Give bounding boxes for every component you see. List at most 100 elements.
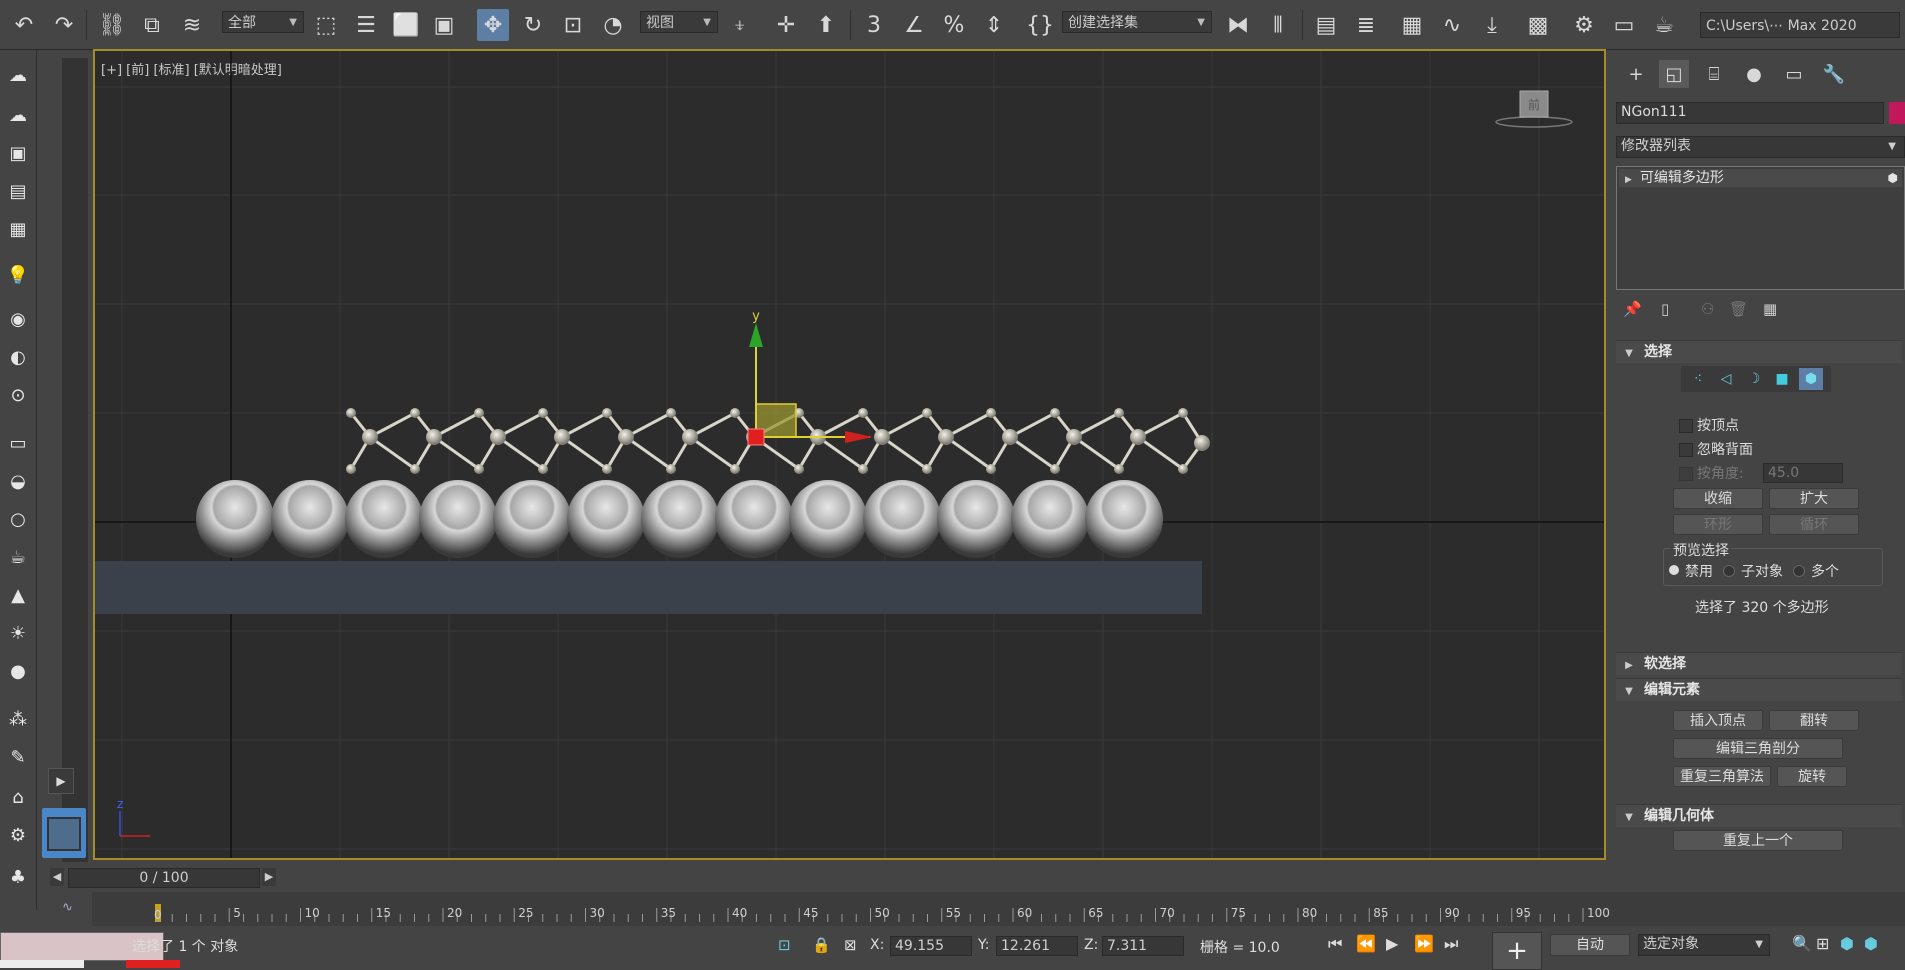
element-level-icon[interactable]: ⬢ xyxy=(1799,368,1823,390)
grid-icon[interactable]: ▦ xyxy=(5,216,31,242)
time-slider[interactable]: 0 / 100 xyxy=(68,868,260,888)
pin-stack-icon[interactable]: 📌 xyxy=(1623,300,1642,318)
polygon-level-icon[interactable]: ■ xyxy=(1771,368,1793,390)
box-icon[interactable]: ▭ xyxy=(5,430,31,456)
move-icon[interactable]: ✥ xyxy=(477,9,509,41)
link-icon[interactable]: ⛓ xyxy=(96,9,128,41)
curve-editor-icon[interactable]: ∿ xyxy=(1436,9,1468,41)
rig-icon[interactable]: ⌂ xyxy=(5,784,31,810)
maxscript-input[interactable] xyxy=(0,960,84,968)
use-pivot-icon[interactable]: ⍖ xyxy=(724,9,756,41)
light-icon[interactable]: 💡 xyxy=(5,262,31,288)
zoom-extents-all-icon[interactable]: ⬢ xyxy=(1864,934,1878,953)
ground-plane[interactable] xyxy=(95,561,1202,614)
undo-icon[interactable]: ↶ xyxy=(8,9,40,41)
loop-button[interactable]: 循环 xyxy=(1769,514,1859,535)
show-end-result-icon[interactable]: ▯ xyxy=(1661,300,1669,318)
turn-button[interactable]: 旋转 xyxy=(1777,766,1847,787)
material-editor-icon[interactable]: ▩ xyxy=(1522,9,1554,41)
edit-geometry-rollout-header[interactable]: ▼ 编辑几何体 xyxy=(1616,804,1902,827)
angle-snap-icon[interactable]: ∠ xyxy=(898,9,930,41)
create-tab-icon[interactable]: + xyxy=(1621,60,1651,88)
list-icon[interactable]: ▤ xyxy=(5,178,31,204)
go-to-end-icon[interactable]: ⏭ xyxy=(1444,934,1458,954)
rendered-frame-icon[interactable]: ▭ xyxy=(1608,9,1640,41)
layer-explorer-icon[interactable]: ≣ xyxy=(1350,9,1382,41)
dome-icon[interactable]: ◒ xyxy=(5,468,31,494)
track-bar[interactable]: 0 5 10 15 20 25 30 35 40 45 50 55 60 65 70 75 80 85 90 95 1… xyxy=(92,892,1905,926)
prev-frame-arrow-icon[interactable]: ◀ xyxy=(50,868,64,886)
display-tab-icon[interactable]: ▭ xyxy=(1779,60,1809,88)
modifier-list-dropdown[interactable]: 修改器列表 ▼ xyxy=(1616,136,1905,158)
percent-snap-icon[interactable]: % xyxy=(938,9,970,41)
expand-triangle-icon[interactable]: ▶ xyxy=(1625,175,1632,185)
prev-key-icon[interactable]: ⏪ xyxy=(1356,934,1376,953)
absolute-mode-icon[interactable]: ⊠ xyxy=(844,936,857,954)
by-vertex-checkbox[interactable] xyxy=(1679,419,1693,433)
globe-icon[interactable]: ● xyxy=(5,658,31,684)
bind-spacewarp-icon[interactable]: ≋ xyxy=(176,9,208,41)
hierarchy-tab-icon[interactable]: ⌸ xyxy=(1699,60,1729,88)
remove-modifier-icon[interactable]: 🗑 xyxy=(1729,300,1748,318)
settings-icon[interactable]: ⚙ xyxy=(5,822,31,848)
window-crossing-icon[interactable]: ▣ xyxy=(428,9,460,41)
camera-icon[interactable]: ◉ xyxy=(5,306,31,332)
film-icon[interactable]: ⊙ xyxy=(5,382,31,408)
selection-lock-icon[interactable]: 🔒 xyxy=(812,936,831,954)
rotate-icon[interactable]: ↻ xyxy=(517,9,549,41)
y-coord-field[interactable]: 12.261 xyxy=(996,936,1078,956)
paint-icon[interactable]: ✎ xyxy=(5,744,31,770)
sound-icon[interactable]: ◐ xyxy=(5,344,31,370)
retriangulate-button[interactable]: 重复三角算法 xyxy=(1673,766,1771,787)
teapot-icon[interactable]: ☕ xyxy=(5,544,31,570)
next-key-icon[interactable]: ⏩ xyxy=(1414,934,1434,953)
utilities-tab-icon[interactable]: 🔧 xyxy=(1819,60,1849,88)
select-manipulate-icon[interactable]: ✛ xyxy=(770,9,802,41)
zoom-icon[interactable]: 🔍 xyxy=(1792,934,1812,953)
preview-off-radio[interactable] xyxy=(1669,565,1679,575)
front-viewport[interactable]: [+] [前] [标准] [默认明暗处理] y 前 z xyxy=(93,49,1606,860)
placement-icon[interactable]: ◔ xyxy=(597,9,629,41)
snap-3d-icon[interactable]: 3 xyxy=(858,9,890,41)
project-path-field[interactable]: C:\Users\⋯ Max 2020 xyxy=(1700,12,1900,38)
ring-button[interactable]: 环形 xyxy=(1673,514,1763,535)
repeat-last-button[interactable]: 重复上一个 xyxy=(1673,830,1843,851)
x-coord-field[interactable]: 49.155 xyxy=(890,936,972,956)
edit-named-sets-icon[interactable]: {} xyxy=(1024,9,1056,41)
modify-tab-icon[interactable]: ◱ xyxy=(1659,60,1689,88)
play-icon[interactable]: ▶ xyxy=(1386,934,1398,953)
redo-icon[interactable]: ↷ xyxy=(48,9,80,41)
selection-rollout-header[interactable]: ▼ 选择 xyxy=(1616,340,1902,363)
render-production-icon[interactable]: ☕ xyxy=(1648,9,1680,41)
align-icon[interactable]: ⫴ xyxy=(1262,9,1294,41)
cone-icon[interactable]: ▲ xyxy=(5,582,31,608)
viewport-scene[interactable]: y 前 z xyxy=(95,51,1604,858)
named-selection-dropdown[interactable]: 创建选择集 ▼ xyxy=(1062,11,1212,33)
grow-button[interactable]: 扩大 xyxy=(1769,488,1859,509)
flip-button[interactable]: 翻转 xyxy=(1769,710,1859,731)
scale-icon[interactable]: ⊡ xyxy=(557,9,589,41)
render-setup-icon[interactable]: ⚙ xyxy=(1568,9,1600,41)
image-icon[interactable]: ▣ xyxy=(5,140,31,166)
sphere-row[interactable] xyxy=(196,480,1163,558)
set-key-button[interactable]: + xyxy=(1492,932,1542,970)
keyboard-shortcut-icon[interactable]: ⬆ xyxy=(810,9,842,41)
edit-elements-rollout-header[interactable]: ▼ 编辑元素 xyxy=(1616,678,1902,701)
soft-selection-rollout-header[interactable]: ▶ 软选择 xyxy=(1616,652,1902,675)
next-frame-arrow-icon[interactable]: ▶ xyxy=(262,868,276,886)
toggle-ribbon-icon[interactable]: ▦ xyxy=(1396,9,1428,41)
viewcube[interactable]: 前 xyxy=(1495,90,1573,128)
make-unique-icon[interactable]: ⚇ xyxy=(1701,300,1714,318)
object-color-swatch[interactable] xyxy=(1889,102,1905,124)
ref-coord-dropdown[interactable]: 视图 ▼ xyxy=(640,11,718,33)
isolate-selection-icon[interactable]: ⊡ xyxy=(778,936,791,954)
selection-filter-dropdown[interactable]: 全部 ▼ xyxy=(222,11,304,33)
curve-editor-mini-icon[interactable]: ∿ xyxy=(40,896,90,920)
by-angle-checkbox[interactable] xyxy=(1679,467,1693,481)
edit-triangulation-button[interactable]: 编辑三角剖分 xyxy=(1673,738,1843,759)
mirror-icon[interactable]: ⧓ xyxy=(1222,9,1254,41)
select-by-name-icon[interactable]: ☰ xyxy=(350,9,382,41)
go-to-start-icon[interactable]: ⏮ xyxy=(1328,934,1342,954)
configure-sets-icon[interactable]: ▦ xyxy=(1763,300,1777,318)
border-level-icon[interactable]: ☽ xyxy=(1743,368,1765,390)
